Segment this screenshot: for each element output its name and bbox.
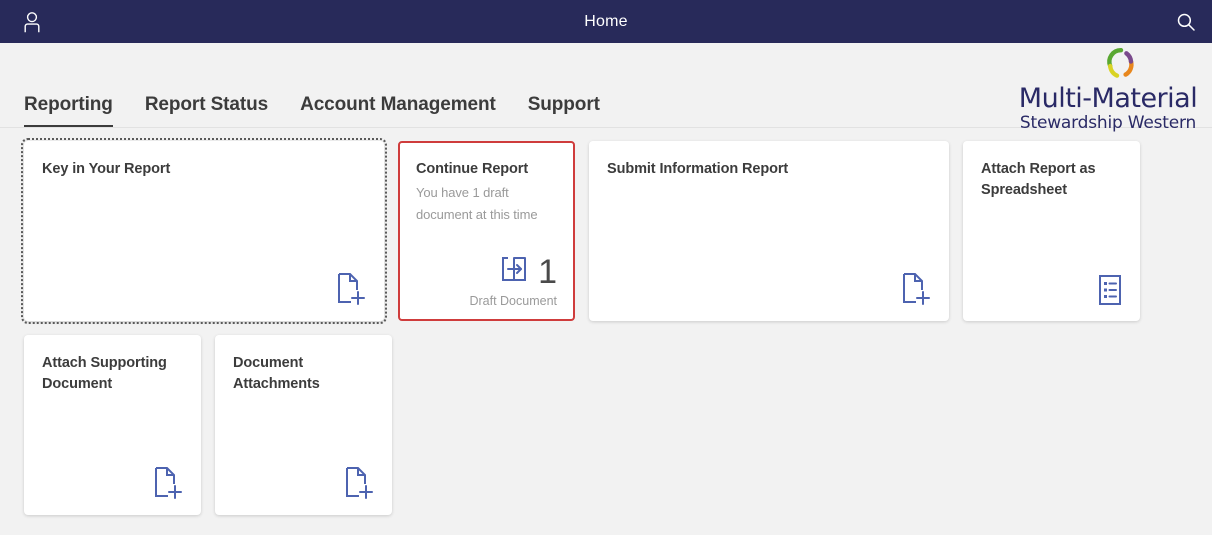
tab-report-status[interactable]: Report Status (145, 94, 268, 128)
tab-account-management[interactable]: Account Management (300, 94, 496, 128)
tile-attach-report-as-spreadsheet[interactable]: Attach Report as Spreadsheet (963, 141, 1140, 321)
tile-submit-information-report[interactable]: Submit Information Report (589, 141, 949, 321)
open-in-box-icon (499, 254, 529, 289)
logo-ring-icon (1036, 46, 1206, 84)
tile-title: Document Attachments (233, 355, 320, 392)
tile-document-attachments[interactable]: Document Attachments (215, 335, 392, 515)
tab-label: Report Status (144, 94, 269, 115)
tile-kpi: 1 (499, 254, 557, 289)
tile-title: Attach Report as Spreadsheet (981, 161, 1096, 198)
document-plus-icon (151, 465, 185, 501)
document-plus-icon (334, 271, 368, 307)
kpi-label: Draft Document (469, 294, 557, 308)
top-app-bar: Home (0, 0, 1212, 43)
tile-grid: Key in Your Report Continue Report You h… (0, 128, 1212, 515)
tile-title: Attach Supporting Document (42, 355, 167, 392)
tab-reporting[interactable]: Reporting (24, 94, 113, 128)
tile-row-1: Key in Your Report Continue Report You h… (0, 138, 1212, 324)
tile-title: Submit Information Report (607, 161, 789, 177)
page-title: Home (584, 12, 628, 30)
search-icon[interactable] (1172, 8, 1200, 36)
main-navigation-tabs: Reporting Report Status Account Manageme… (24, 94, 600, 128)
spreadsheet-list-icon (1096, 273, 1124, 307)
sub-header: Reporting Report Status Account Manageme… (0, 43, 1212, 133)
tile-title: Continue Report (416, 161, 529, 177)
tab-support[interactable]: Support (528, 94, 600, 128)
tile-attach-supporting-document[interactable]: Attach Supporting Document (24, 335, 201, 515)
user-icon[interactable] (20, 10, 44, 34)
tile-continue-report[interactable]: Continue Report You have 1 draft documen… (398, 141, 575, 321)
tile-subtitle: You have 1 draft document at this time (416, 185, 538, 222)
company-logo: Multi-Material Stewardship Western (1010, 46, 1206, 133)
tab-label: Support (527, 94, 600, 115)
tile-row-2: Attach Supporting Document Document Atta… (0, 335, 1212, 515)
logo-name-primary: Multi-Material (1018, 83, 1198, 114)
tile-key-in-your-report[interactable]: Key in Your Report (21, 138, 387, 324)
kpi-value: 1 (538, 252, 557, 291)
tab-label: Account Management (300, 94, 496, 115)
tile-title: Key in Your Report (42, 161, 171, 177)
document-plus-icon (899, 271, 933, 307)
tab-label: Reporting (24, 94, 113, 115)
document-plus-icon (342, 465, 376, 501)
